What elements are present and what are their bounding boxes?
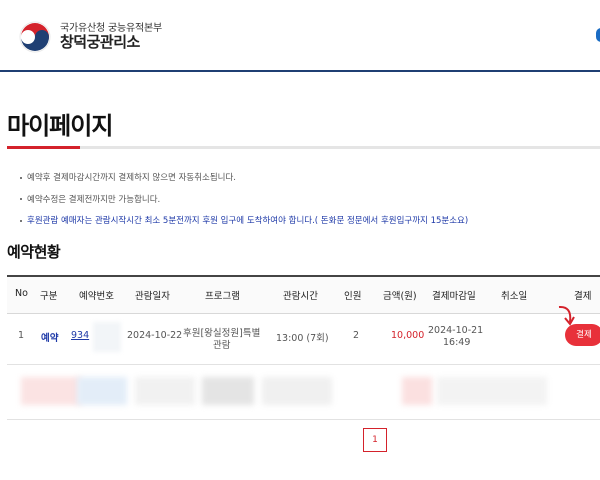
cell-type: 예약 [41,333,59,344]
column-header: 예약번호 [79,291,114,302]
taegeuk-emblem-icon [19,21,51,53]
column-header: 금액(원) [383,291,417,302]
column-header: 프로그램 [205,291,240,302]
header-divider [0,70,600,72]
masked-area [77,377,127,405]
pay-button[interactable]: 결제 [565,324,600,346]
column-header: 취소일 [501,291,528,302]
reservation-number-link[interactable]: 934 [71,330,89,341]
column-header: 구분 [40,291,58,302]
bullet-icon [20,198,22,200]
masked-area [262,377,332,405]
masked-area [93,322,121,352]
column-header: 관람일자 [135,291,170,302]
table-header: No 구분 예약번호 관람일자 프로그램 관람시간 인원 금액(원) 결제마감일… [7,275,600,314]
column-header: 결제 [574,291,592,302]
column-header: 인원 [344,291,362,302]
bullet-icon [20,219,22,222]
blurred-row [7,365,600,420]
cell-deadline-date: 2024-10-21 [428,325,484,336]
reservation-table: No 구분 예약번호 관람일자 프로그램 관람시간 인원 금액(원) 결제마감일… [7,275,600,420]
pagination-current-page[interactable]: 1 [363,428,387,452]
table-row: 1 예약 934 2024-10-22 후원[왕실정원]특별 관람 13:00 … [7,305,600,365]
menu-edge-icon[interactable] [596,28,600,42]
notice-item: 예약후 결제마감시간까지 결제하지 않으면 자동취소됩니다. [20,171,468,193]
cell-people: 2 [353,330,360,341]
title-divider [7,146,600,149]
bullet-icon [20,176,22,179]
cell-no: 1 [18,330,25,341]
column-header: 결제마감일 [432,291,476,302]
notice-item: 후원관람 예매자는 관람시작시간 최소 5분전까지 후원 입구에 도착하여야 합… [20,214,468,236]
cell-amount: 10,000 [391,330,425,341]
cell-program-cont: 관람 [213,340,231,351]
cell-visit-time: 13:00 (7회) [276,333,329,344]
reservation-section-title: 예약현황 [7,243,61,261]
masked-area [135,377,195,405]
masked-area [437,377,547,405]
column-header: 관람시간 [283,291,318,302]
masked-area [202,377,254,405]
cell-deadline-time: 16:49 [443,337,471,348]
cell-visit-date: 2024-10-22 [127,330,183,341]
notice-list: 예약후 결제마감시간까지 결제하지 않으면 자동취소됩니다. 예약수정은 결제전… [20,171,468,236]
masked-area [402,377,432,405]
masked-area [21,377,81,405]
title-accent-bar [7,146,80,149]
site-logo[interactable]: 국가유산청 궁능유적본부 창덕궁관리소 [18,20,162,54]
site-header: 국가유산청 궁능유적본부 창덕궁관리소 [0,0,600,72]
notice-item: 예약수정은 결제전까지만 가능합니다. [20,193,468,215]
column-header: No [15,288,28,299]
page-title: 마이페이지 [7,112,113,140]
site-name: 창덕궁관리소 [60,33,140,52]
